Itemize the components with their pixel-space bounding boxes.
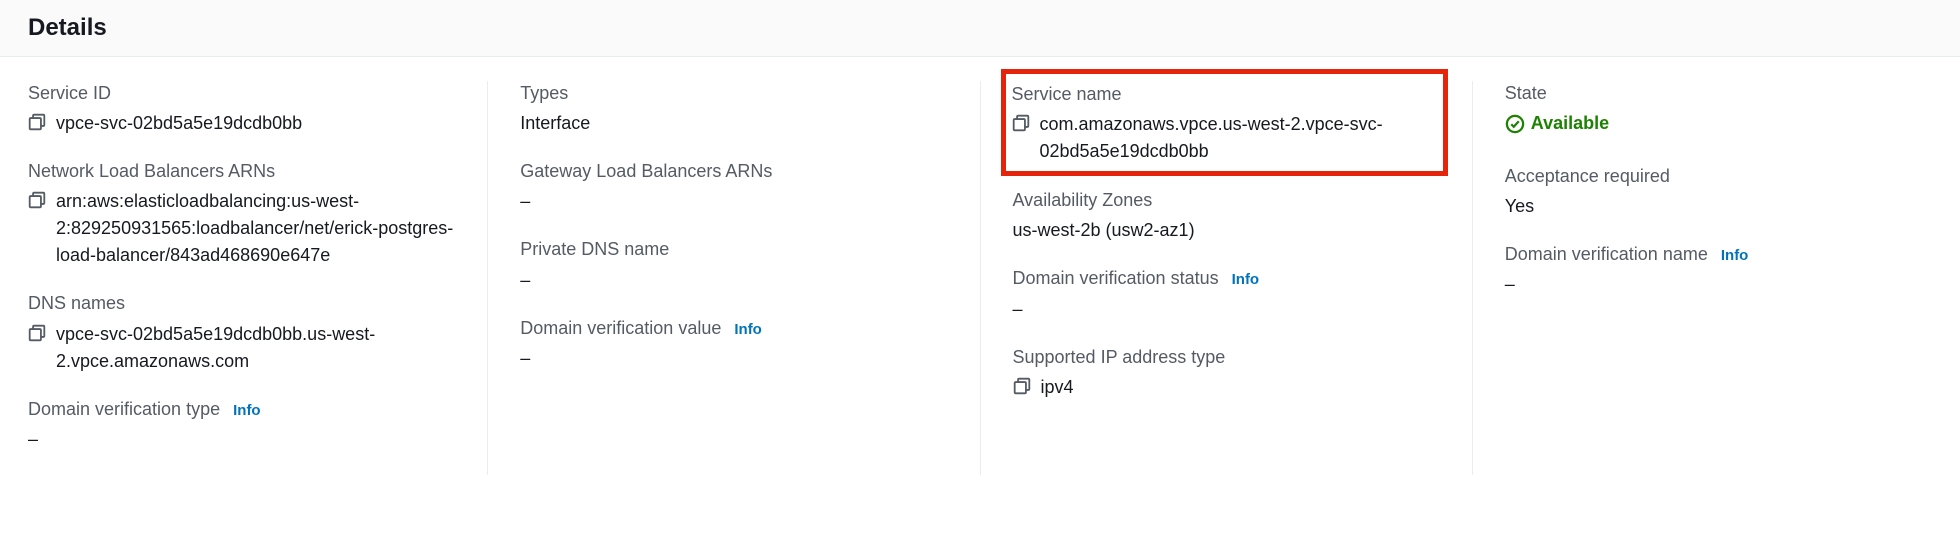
text-dns-names: vpce-svc-02bd5a5e19dcdb0bb.us-west-2.vpc…: [56, 321, 455, 375]
label-service-name: Service name: [1012, 82, 1437, 107]
field-service-name: Service name com.amazonaws.vpce.us-west-…: [1012, 82, 1437, 165]
value-types: Interface: [520, 110, 947, 137]
value-nlb-arns: arn:aws:elasticloadbalancing:us-west-2:8…: [28, 188, 455, 269]
details-panel-header: Details: [0, 0, 1960, 57]
field-supported-ip-type: Supported IP address type ipv4: [1013, 345, 1440, 401]
field-types: Types Interface: [520, 81, 947, 137]
check-circle-icon: [1505, 114, 1525, 134]
details-title: Details: [28, 14, 1932, 42]
copy-icon[interactable]: [1013, 377, 1031, 395]
field-domain-verification-name: Domain verification name Info –: [1505, 242, 1932, 298]
details-col-1: Service ID vpce-svc-02bd5a5e19dcdb0bb Ne…: [28, 81, 488, 475]
field-domain-verification-value: Domain verification value Info –: [520, 316, 947, 372]
value-domain-verification-value: –: [520, 345, 947, 372]
label-private-dns: Private DNS name: [520, 237, 947, 262]
label-dns-names: DNS names: [28, 291, 455, 316]
value-service-id: vpce-svc-02bd5a5e19dcdb0bb: [28, 110, 455, 137]
label-domain-verification-type: Domain verification type Info: [28, 397, 455, 422]
value-service-name: com.amazonaws.vpce.us-west-2.vpce-svc-02…: [1012, 111, 1437, 165]
label-availability-zones: Availability Zones: [1013, 188, 1440, 213]
field-availability-zones: Availability Zones us-west-2b (usw2-az1): [1013, 188, 1440, 244]
label-domain-verification-status: Domain verification status Info: [1013, 266, 1440, 291]
label-types: Types: [520, 81, 947, 106]
copy-icon[interactable]: [28, 113, 46, 131]
info-link[interactable]: Info: [734, 321, 762, 338]
details-col-2: Types Interface Gateway Load Balancers A…: [488, 81, 980, 475]
value-supported-ip-type: ipv4: [1013, 374, 1440, 401]
label-domain-verification-name: Domain verification name Info: [1505, 242, 1932, 267]
label-nlb-arns: Network Load Balancers ARNs: [28, 159, 455, 184]
state-available: Available: [1505, 110, 1609, 137]
field-dns-names: DNS names vpce-svc-02bd5a5e19dcdb0bb.us-…: [28, 291, 455, 374]
label-acceptance-required: Acceptance required: [1505, 164, 1932, 189]
field-glb-arns: Gateway Load Balancers ARNs –: [520, 159, 947, 215]
field-private-dns: Private DNS name –: [520, 237, 947, 293]
field-acceptance-required: Acceptance required Yes: [1505, 164, 1932, 220]
copy-icon[interactable]: [28, 324, 46, 342]
value-domain-verification-status: –: [1013, 296, 1440, 323]
value-private-dns: –: [520, 267, 947, 294]
copy-icon[interactable]: [1012, 114, 1030, 132]
field-domain-verification-type: Domain verification type Info –: [28, 397, 455, 453]
field-domain-verification-status: Domain verification status Info –: [1013, 266, 1440, 322]
value-state: Available: [1505, 110, 1932, 142]
value-acceptance-required: Yes: [1505, 193, 1932, 220]
info-link[interactable]: Info: [1721, 247, 1749, 264]
label-glb-arns: Gateway Load Balancers ARNs: [520, 159, 947, 184]
value-availability-zones: us-west-2b (usw2-az1): [1013, 217, 1440, 244]
text-nlb-arns: arn:aws:elasticloadbalancing:us-west-2:8…: [56, 188, 455, 269]
field-state: State Available: [1505, 81, 1932, 142]
value-dns-names: vpce-svc-02bd5a5e19dcdb0bb.us-west-2.vpc…: [28, 321, 455, 375]
value-domain-verification-type: –: [28, 426, 455, 453]
label-supported-ip-type: Supported IP address type: [1013, 345, 1440, 370]
info-link[interactable]: Info: [233, 402, 261, 419]
label-domain-verification-value: Domain verification value Info: [520, 316, 947, 341]
details-panel-body: Service ID vpce-svc-02bd5a5e19dcdb0bb Ne…: [0, 57, 1960, 495]
label-service-id: Service ID: [28, 81, 455, 106]
info-link[interactable]: Info: [1232, 271, 1260, 288]
text-service-id: vpce-svc-02bd5a5e19dcdb0bb: [56, 110, 302, 137]
details-col-4: State Available Acceptance required Yes …: [1473, 81, 1932, 475]
text-supported-ip-type: ipv4: [1041, 374, 1074, 401]
details-col-3: Service name com.amazonaws.vpce.us-west-…: [981, 81, 1473, 475]
value-glb-arns: –: [520, 188, 947, 215]
copy-icon[interactable]: [28, 191, 46, 209]
highlight-service-name: Service name com.amazonaws.vpce.us-west-…: [1001, 69, 1448, 176]
field-nlb-arns: Network Load Balancers ARNs arn:aws:elas…: [28, 159, 455, 269]
label-state: State: [1505, 81, 1932, 106]
value-domain-verification-name: –: [1505, 271, 1932, 298]
text-service-name: com.amazonaws.vpce.us-west-2.vpce-svc-02…: [1040, 111, 1437, 165]
field-service-id: Service ID vpce-svc-02bd5a5e19dcdb0bb: [28, 81, 455, 137]
